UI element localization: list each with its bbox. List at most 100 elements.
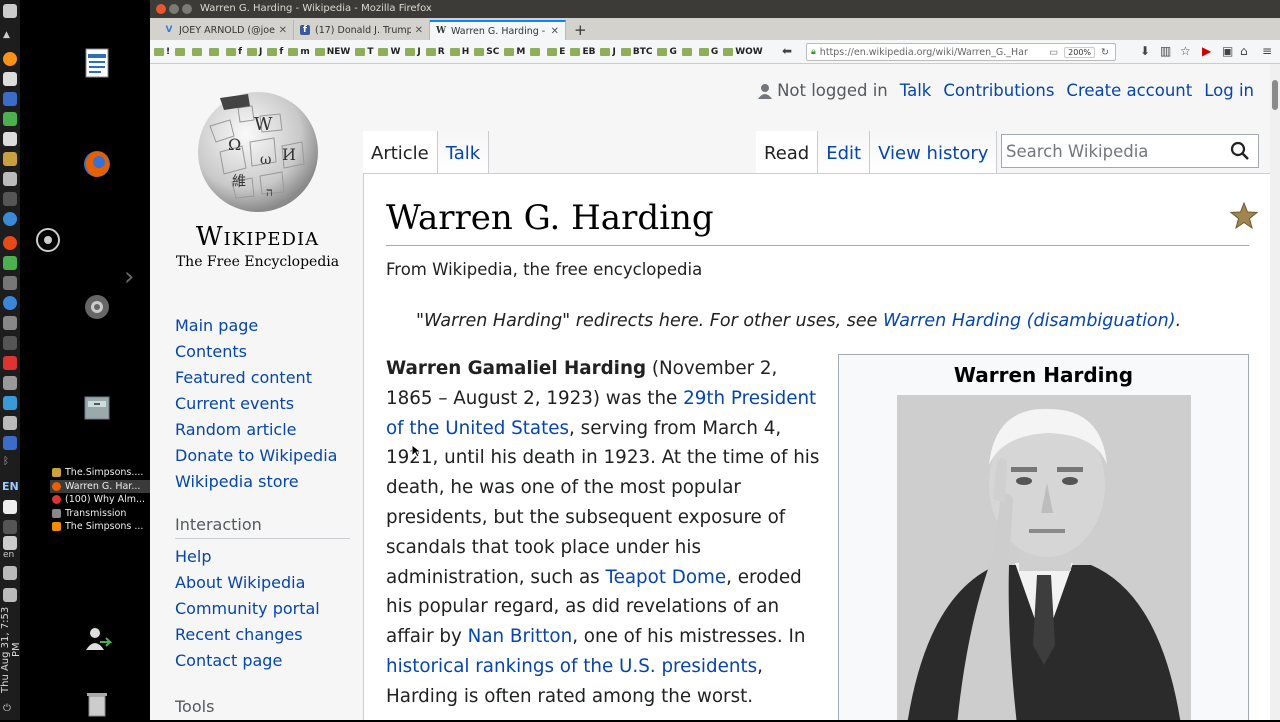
terminal-icon[interactable] — [3, 192, 17, 206]
bookmark-item[interactable]: BTC — [620, 47, 652, 57]
archive-icon[interactable] — [3, 152, 17, 166]
tools-heading[interactable]: Tools — [175, 697, 350, 720]
bookmark-item[interactable] — [175, 47, 187, 56]
browser-tab[interactable]: f (17) Donald J. Trump ✕ — [294, 20, 430, 40]
close-tab-icon[interactable]: ✕ — [551, 26, 559, 37]
clock[interactable]: Thu Aug 31, 7:53 PM — [0, 600, 22, 700]
taskbar-item[interactable]: Transmission — [50, 507, 150, 521]
create-account-link[interactable]: Create account — [1066, 81, 1192, 100]
bookmark-item[interactable]: E — [547, 47, 565, 57]
bookmark-item[interactable]: WOW — [723, 47, 763, 57]
sidebar-item-about-wikipedia[interactable]: About Wikipedia — [175, 573, 355, 599]
link-historical-rankings[interactable]: historical rankings of the U.S. presiden… — [386, 656, 757, 677]
bookmark-item[interactable]: NEW — [314, 47, 350, 57]
talk-link[interactable]: Talk — [900, 81, 932, 100]
document-icon[interactable] — [3, 132, 17, 146]
settings-icon[interactable] — [3, 316, 17, 330]
close-window-button[interactable] — [156, 4, 166, 14]
trash-icon[interactable] — [82, 688, 112, 718]
accessibility-icon[interactable] — [3, 536, 17, 550]
bookmark-item[interactable]: f — [267, 47, 283, 57]
ubuntu-circle-icon[interactable] — [33, 225, 63, 255]
wikipedia-logo[interactable]: W Ω И ω 維 ה Wikipedia The Free Encyclope… — [170, 86, 345, 270]
reader-view-icon[interactable]: ▭ — [1049, 47, 1058, 58]
sidebar-item-wikipedia-store[interactable]: Wikipedia store — [175, 472, 355, 498]
featured-article-star-icon[interactable] — [1230, 202, 1258, 230]
taskbar-item[interactable]: The Simpsons ... — [50, 520, 150, 534]
browser-tab-active[interactable]: W Warren G. Harding - W ✕ — [430, 20, 566, 40]
firefox-icon[interactable] — [82, 149, 112, 179]
user-icon[interactable] — [3, 520, 17, 534]
monitor-icon[interactable] — [3, 336, 17, 350]
bookmark-item[interactable]: G — [657, 47, 677, 57]
tab-edit[interactable]: Edit — [818, 131, 871, 174]
close-tab-icon[interactable]: ✕ — [279, 25, 287, 36]
bitcoin-icon[interactable] — [3, 52, 17, 66]
pocket-icon[interactable]: ▣ — [1222, 44, 1233, 58]
bookmark-item[interactable]: SC — [474, 47, 499, 57]
log-in-link[interactable]: Log in — [1204, 81, 1254, 100]
sidebar-item-donate-to-wikipedia[interactable]: Donate to Wikipedia — [175, 446, 355, 472]
network-icon[interactable] — [3, 436, 17, 450]
volume-icon[interactable] — [3, 566, 17, 580]
minimize-window-button[interactable] — [169, 4, 179, 14]
disambiguation-link[interactable]: Warren Harding (disambiguation) — [883, 311, 1176, 331]
writer-document-icon[interactable] — [83, 48, 113, 78]
power-icon[interactable]: ⏻ — [3, 703, 17, 717]
bookmark-item[interactable]: W — [378, 47, 400, 57]
bookmark-item[interactable]: ! — [154, 47, 170, 57]
library-icon[interactable]: ▥ — [1160, 44, 1171, 58]
bookmark-star-icon[interactable]: ☆ — [1180, 44, 1191, 58]
sidebar-item-community-portal[interactable]: Community portal — [175, 599, 355, 625]
taskbar-item[interactable]: (100) Why Alm... — [50, 493, 150, 507]
bookmark-item[interactable] — [530, 47, 542, 56]
bookmark-item[interactable]: M — [504, 47, 525, 57]
filezilla-icon[interactable] — [3, 356, 17, 370]
contributions-link[interactable]: Contributions — [943, 81, 1054, 100]
bookmark-item[interactable]: m — [288, 47, 310, 57]
arrow-up-icon[interactable]: ▲ — [3, 30, 17, 44]
bookmark-item[interactable] — [192, 47, 204, 56]
zoom-level[interactable]: 200% — [1064, 46, 1096, 58]
sidebar-item-help[interactable]: Help — [175, 547, 355, 573]
bookmark-item[interactable]: f — [226, 47, 242, 57]
menu-icon[interactable]: ≡ — [1262, 44, 1272, 58]
link-teapot-dome[interactable]: Teapot Dome — [606, 567, 727, 588]
keyboard-layout[interactable]: EN — [2, 480, 19, 493]
spreadsheet-icon[interactable] — [3, 112, 17, 126]
file-cabinet-icon[interactable] — [82, 393, 112, 423]
bookmark-item[interactable]: T — [355, 47, 373, 57]
downloads-icon[interactable]: ⬇ — [1140, 44, 1150, 58]
url-bar[interactable]: 🔒︎ https://en.wikipedia.org/wiki/Warren_… — [806, 43, 1116, 61]
bookmark-item[interactable]: J — [405, 47, 421, 57]
sidebar-item-featured-content[interactable]: Featured content — [175, 368, 355, 394]
sidebar-item-main-page[interactable]: Main page — [175, 316, 355, 342]
drive-icon[interactable] — [3, 172, 17, 186]
sheets-icon[interactable] — [3, 256, 17, 270]
link-nan-britton[interactable]: Nan Britton — [468, 626, 573, 647]
taskbar-item[interactable]: The.Simpsons.... — [50, 466, 150, 480]
tab-talk[interactable]: Talk — [437, 131, 490, 174]
settings-gear-icon[interactable] — [82, 292, 112, 322]
youtube-icon[interactable]: ▶ — [1202, 44, 1211, 58]
bookmark-item[interactable]: R — [425, 47, 445, 57]
browser-icon[interactable] — [3, 212, 17, 226]
sidebar-item-contact-page[interactable]: Contact page — [175, 651, 355, 677]
search-input[interactable]: Search Wikipedia — [1001, 134, 1259, 168]
disk-icon[interactable] — [3, 416, 17, 430]
scrollbar-thumb[interactable] — [1272, 80, 1278, 110]
ubuntu-icon[interactable] — [3, 236, 17, 250]
wifi-icon[interactable] — [3, 500, 17, 514]
calendar-icon[interactable] — [3, 92, 17, 106]
text-editor-icon[interactable] — [3, 72, 17, 86]
chevron-right-icon[interactable]: › — [124, 262, 134, 292]
bluetooth-icon[interactable]: ᛒ — [3, 456, 17, 470]
bookmark-item[interactable]: G — [698, 47, 718, 57]
user-login-icon[interactable] — [82, 624, 113, 654]
sidebar-item-contents[interactable]: Contents — [175, 342, 355, 368]
search-icon[interactable] — [1230, 141, 1250, 161]
browser-tab[interactable]: V JOEY ARNOLD (@joey ✕ — [158, 20, 294, 40]
chrome-icon[interactable] — [3, 296, 17, 310]
bookmark-item[interactable]: EB — [570, 47, 595, 57]
back-icon[interactable]: ⬅ — [782, 44, 792, 58]
